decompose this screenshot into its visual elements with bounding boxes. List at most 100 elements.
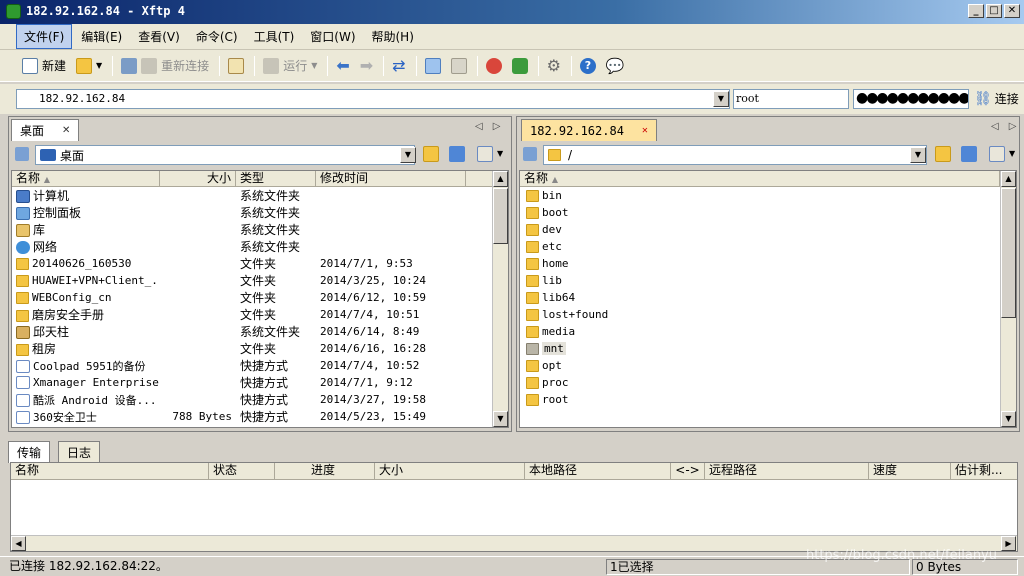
paste-button[interactable]: [447, 55, 471, 77]
menu-help[interactable]: 帮助(H): [365, 25, 421, 48]
scroll-left-button[interactable]: ◀: [11, 536, 26, 551]
table-row[interactable]: lost+found: [520, 306, 1016, 323]
menu-file[interactable]: 文件(F): [16, 24, 73, 49]
chat-button[interactable]: 💬: [602, 54, 629, 78]
table-row[interactable]: lib64: [520, 289, 1016, 306]
run-button[interactable]: 运行 ▼: [259, 54, 321, 77]
col-direction[interactable]: <->: [671, 463, 705, 479]
table-row[interactable]: 库 系统文件夹: [12, 221, 508, 238]
col-eta[interactable]: 估计剩...: [951, 463, 1017, 479]
table-row[interactable]: 邱天柱 系统文件夹 2014/6/14, 8:49: [12, 323, 508, 340]
col-progress[interactable]: 进度: [275, 463, 375, 479]
col-local-path[interactable]: 本地路径: [525, 463, 671, 479]
col-transfer-size[interactable]: 大小: [375, 463, 525, 479]
password-input[interactable]: ●●●●●●●●●●●: [853, 89, 969, 109]
tab-close-icon[interactable]: ✕: [62, 125, 70, 136]
table-row[interactable]: media: [520, 323, 1016, 340]
options-button[interactable]: ⚙: [543, 53, 565, 78]
tab-log[interactable]: 日志: [58, 441, 101, 463]
col-name[interactable]: 名称 ▲: [520, 171, 1000, 186]
scroll-down-button[interactable]: ▼: [1001, 411, 1016, 427]
back-button[interactable]: ⬅: [332, 53, 353, 78]
table-row[interactable]: mnt: [520, 340, 1016, 357]
col-speed[interactable]: 速度: [869, 463, 951, 479]
table-row[interactable]: 磨房安全手册 文件夹 2014/7/4, 10:51: [12, 306, 508, 323]
col-size[interactable]: 大小: [160, 171, 236, 186]
table-row[interactable]: lib: [520, 272, 1016, 289]
parent-folder-icon[interactable]: [423, 146, 439, 162]
remote-path-dropdown[interactable]: ▼: [910, 147, 926, 163]
menu-command[interactable]: 命令(C): [189, 25, 245, 48]
col-type[interactable]: 类型: [236, 171, 316, 186]
open-button[interactable]: ▼: [72, 55, 106, 77]
view-dropdown-icon[interactable]: ▼: [1009, 149, 1015, 158]
table-row[interactable]: 租房 文件夹 2014/6/16, 16:28: [12, 340, 508, 357]
properties-button[interactable]: [224, 55, 248, 77]
tab-desktop[interactable]: 桌面 ✕: [11, 119, 80, 141]
remote-path-combo[interactable]: /: [543, 145, 927, 165]
scroll-up-button[interactable]: ▲: [1001, 171, 1016, 187]
refresh-icon[interactable]: [449, 146, 465, 162]
table-row[interactable]: 酷派 Android 设备... 快捷方式 2014/3/27, 19:58: [12, 391, 508, 408]
table-row[interactable]: root: [520, 391, 1016, 408]
table-row[interactable]: proc: [520, 374, 1016, 391]
tree-toggle-icon[interactable]: [15, 147, 29, 161]
tab-transfer[interactable]: 传输: [8, 441, 51, 463]
table-row[interactable]: Xmanager Enterprise 4 快捷方式 2014/7/1, 9:12: [12, 374, 508, 391]
col-remote-path[interactable]: 远程路径: [705, 463, 869, 479]
scroll-up-button[interactable]: ▲: [493, 171, 508, 187]
tree-toggle-icon[interactable]: [523, 147, 537, 161]
view-mode-icon[interactable]: [989, 146, 1005, 162]
menu-tools[interactable]: 工具(T): [247, 25, 302, 48]
table-row[interactable]: home: [520, 255, 1016, 272]
host-input[interactable]: 182.92.162.84: [16, 89, 730, 109]
table-row[interactable]: bin: [520, 187, 1016, 204]
scroll-thumb[interactable]: [493, 188, 508, 244]
xshell-button[interactable]: [482, 55, 506, 77]
connect-button[interactable]: ⛓ 连接: [974, 90, 1019, 107]
remote-scrollbar[interactable]: ▲ ▼: [1000, 171, 1016, 427]
username-input[interactable]: root: [733, 89, 849, 109]
view-mode-icon[interactable]: [477, 146, 493, 162]
tab-nav-arrows-icon[interactable]: ◁▷: [991, 121, 1024, 132]
table-row[interactable]: boot: [520, 204, 1016, 221]
table-row[interactable]: 控制面板 系统文件夹: [12, 204, 508, 221]
table-row[interactable]: etc: [520, 238, 1016, 255]
tab-close-icon[interactable]: ✕: [642, 125, 648, 136]
host-dropdown-button[interactable]: ▼: [713, 91, 729, 107]
close-button[interactable]: ✕: [1004, 4, 1020, 18]
tab-remote-host[interactable]: 182.92.162.84 ✕: [521, 119, 657, 141]
table-row[interactable]: HUAWEI+VPN+Client_... 文件夹 2014/3/25, 10:24: [12, 272, 508, 289]
table-row[interactable]: 20140626_160530 文件夹 2014/7/1, 9:53: [12, 255, 508, 272]
col-modified[interactable]: 修改时间: [316, 171, 466, 186]
maximize-button[interactable]: □: [986, 4, 1002, 18]
table-row[interactable]: WEBConfig_cn 文件夹 2014/6/12, 10:59: [12, 289, 508, 306]
minimize-button[interactable]: _: [968, 4, 984, 18]
tab-nav-arrows-icon[interactable]: ◁▷: [475, 121, 510, 132]
menu-view[interactable]: 查看(V): [131, 25, 187, 48]
table-row[interactable]: Coolpad 5951的备份 快捷方式 2014/7/4, 10:52: [12, 357, 508, 374]
local-path-dropdown[interactable]: ▼: [400, 147, 416, 163]
table-row[interactable]: 360安全卫士 788 Bytes 快捷方式 2014/5/23, 15:49: [12, 408, 508, 425]
copy-button[interactable]: [421, 55, 445, 77]
new-session-button[interactable]: 新建: [18, 54, 70, 77]
table-row[interactable]: dev: [520, 221, 1016, 238]
col-status[interactable]: 状态: [209, 463, 275, 479]
col-transfer-name[interactable]: 名称: [11, 463, 209, 479]
table-row[interactable]: 计算机 系统文件夹: [12, 187, 508, 204]
scroll-down-button[interactable]: ▼: [493, 411, 508, 427]
scroll-right-button[interactable]: ▶: [1001, 536, 1016, 551]
table-row[interactable]: 网络 系统文件夹: [12, 238, 508, 255]
forward-button[interactable]: ➡: [356, 53, 377, 78]
view-dropdown-icon[interactable]: ▼: [497, 149, 503, 158]
sync-button[interactable]: ⇄: [388, 53, 409, 78]
local-scrollbar[interactable]: ▲ ▼: [492, 171, 508, 427]
menu-edit[interactable]: 编辑(E): [74, 25, 129, 48]
refresh-icon[interactable]: [961, 146, 977, 162]
xmanager-button[interactable]: [508, 55, 532, 77]
table-row[interactable]: opt: [520, 357, 1016, 374]
scroll-thumb[interactable]: [1001, 188, 1016, 318]
help-button[interactable]: ?: [576, 55, 600, 77]
reconnect-button[interactable]: 重新连接: [117, 54, 213, 77]
col-name[interactable]: 名称 ▲: [12, 171, 160, 186]
